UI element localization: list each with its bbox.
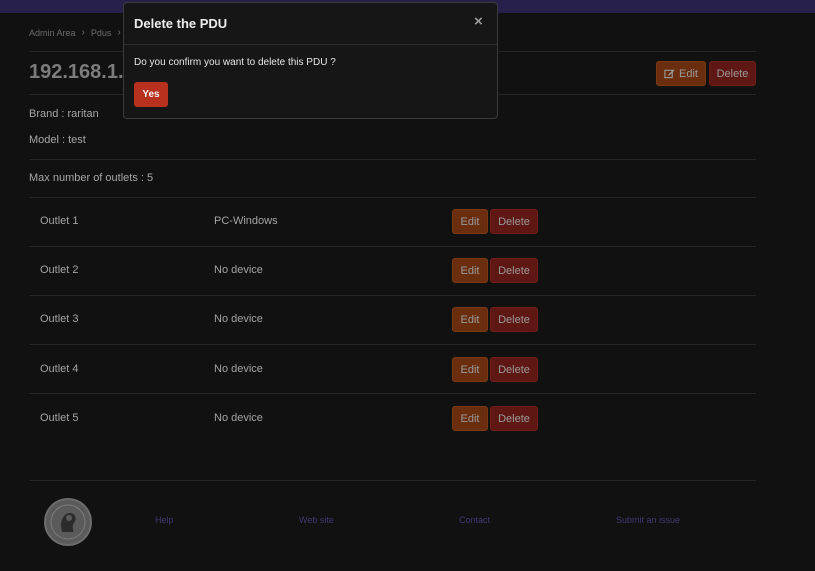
edit-outlet-label: Edit [460,215,480,228]
edit-outlet-label: Edit [460,363,480,376]
max-outlets-info: Max number of outlets : 5 [29,172,154,184]
model-info: Model : test [29,134,86,146]
outlet-device: No device [214,363,263,375]
breadcrumb-pdus[interactable]: Pdus [91,28,112,38]
edit-outlet-label: Edit [460,313,480,326]
edit-outlet-button[interactable]: Edit [452,406,488,431]
outlet-name: Outlet 4 [40,363,79,375]
divider [29,159,756,160]
footer-link-contact[interactable]: Contact [459,515,490,525]
close-icon[interactable]: × [474,13,483,30]
delete-outlet-label: Delete [498,363,530,376]
delete-outlet-button[interactable]: Delete [490,209,538,234]
edit-outlet-label: Edit [460,412,480,425]
delete-pdu-button[interactable]: Delete [709,61,756,86]
confirm-yes-label: Yes [142,89,160,100]
logo-emblem-icon [50,504,86,540]
breadcrumb: Admin Area › Pdus › [29,27,127,38]
footer-logo [44,498,92,546]
outlet-device: No device [214,313,263,325]
divider [29,295,756,296]
footer-link-help[interactable]: Help [155,515,174,525]
brand-info: Brand : raritan [29,108,99,120]
outlet-device: No device [214,412,263,424]
outlet-name: Outlet 2 [40,264,79,276]
outlet-device: No device [214,264,263,276]
modal-title: Delete the PDU [134,16,228,31]
delete-pdu-label: Delete [716,67,749,80]
edit-outlet-button[interactable]: Edit [452,357,488,382]
edit-outlet-button[interactable]: Edit [452,209,488,234]
outlet-device: PC-Windows [214,215,278,227]
divider [29,197,756,198]
outlet-name: Outlet 1 [40,215,79,227]
chevron-right-icon: › [117,27,121,38]
footer-link-website[interactable]: Web site [299,515,334,525]
edit-pdu-button[interactable]: Edit [656,61,706,86]
page-title: 192.168.1.2 [29,61,135,83]
delete-outlet-button[interactable]: Delete [490,307,538,332]
delete-pdu-modal: Delete the PDU × Do you confirm you want… [123,2,498,119]
delete-outlet-label: Delete [498,215,530,228]
modal-divider [124,44,497,45]
delete-outlet-label: Delete [498,412,530,425]
chevron-right-icon: › [81,27,85,38]
footer-divider [29,480,756,481]
edit-outlet-button[interactable]: Edit [452,307,488,332]
edit-outlet-label: Edit [460,264,480,277]
divider [29,393,756,394]
edit-outlet-button[interactable]: Edit [452,258,488,283]
breadcrumb-admin-area[interactable]: Admin Area [29,28,76,38]
footer-link-submit-issue[interactable]: Submit an issue [616,515,680,525]
divider [29,246,756,247]
edit-pdu-label: Edit [679,67,698,80]
delete-outlet-label: Delete [498,264,530,277]
delete-outlet-button[interactable]: Delete [490,258,538,283]
pencil-square-icon [664,69,675,79]
outlet-name: Outlet 3 [40,313,79,325]
confirm-yes-button[interactable]: Yes [134,82,168,107]
divider [29,344,756,345]
delete-outlet-button[interactable]: Delete [490,406,538,431]
modal-message: Do you confirm you want to delete this P… [134,57,336,68]
delete-outlet-label: Delete [498,313,530,326]
outlet-name: Outlet 5 [40,412,79,424]
delete-outlet-button[interactable]: Delete [490,357,538,382]
